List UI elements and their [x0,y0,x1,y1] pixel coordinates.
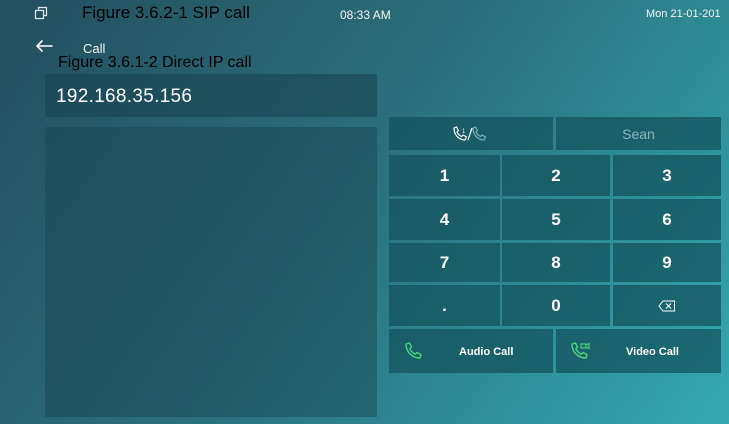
key-0[interactable]: 0 [502,285,610,326]
key-5[interactable]: 5 [502,199,610,240]
key-4[interactable]: 4 [389,199,500,240]
contacts-panel [45,127,377,417]
figure-caption-direct-ip-call: Figure 3.6.1-2 Direct IP call [58,54,252,71]
back-arrow-icon[interactable] [34,38,54,54]
video-call-button[interactable]: Video Call [556,329,721,373]
backspace-button[interactable] [613,285,721,326]
contact-name: Sean [622,125,655,142]
key-6[interactable]: 6 [613,199,721,240]
key-3[interactable]: 3 [613,155,721,196]
key-1[interactable]: 1 [389,155,500,196]
dial-input-value: 192.168.35.156 [56,86,193,107]
call-mode-toggle-icon: 1 [453,126,487,141]
video-call-label: Video Call [626,346,679,358]
video-phone-icon [571,342,590,359]
audio-call-label: Audio Call [459,346,514,358]
dial-input-field[interactable]: 192.168.35.156 [45,74,377,117]
key-9[interactable]: 9 [613,243,721,282]
key-2[interactable]: 2 [502,155,610,196]
status-date: Mon 21-01-201 [646,8,721,20]
audio-call-button[interactable]: Audio Call [389,329,553,373]
contact-name-button[interactable]: Sean [556,117,721,150]
key-dot[interactable]: . [389,285,500,326]
phone-icon [405,342,422,359]
key-8[interactable]: 8 [502,243,610,282]
svg-text:1: 1 [462,129,466,135]
key-7[interactable]: 7 [389,243,500,282]
backspace-icon [658,300,675,311]
status-time: 08:33 AM [340,8,391,22]
figure-caption-sip-call: Figure 3.6.2-1 SIP call [82,3,250,22]
call-mode-toggle-button[interactable]: 1 [389,117,553,150]
window-restore-icon [34,6,48,20]
